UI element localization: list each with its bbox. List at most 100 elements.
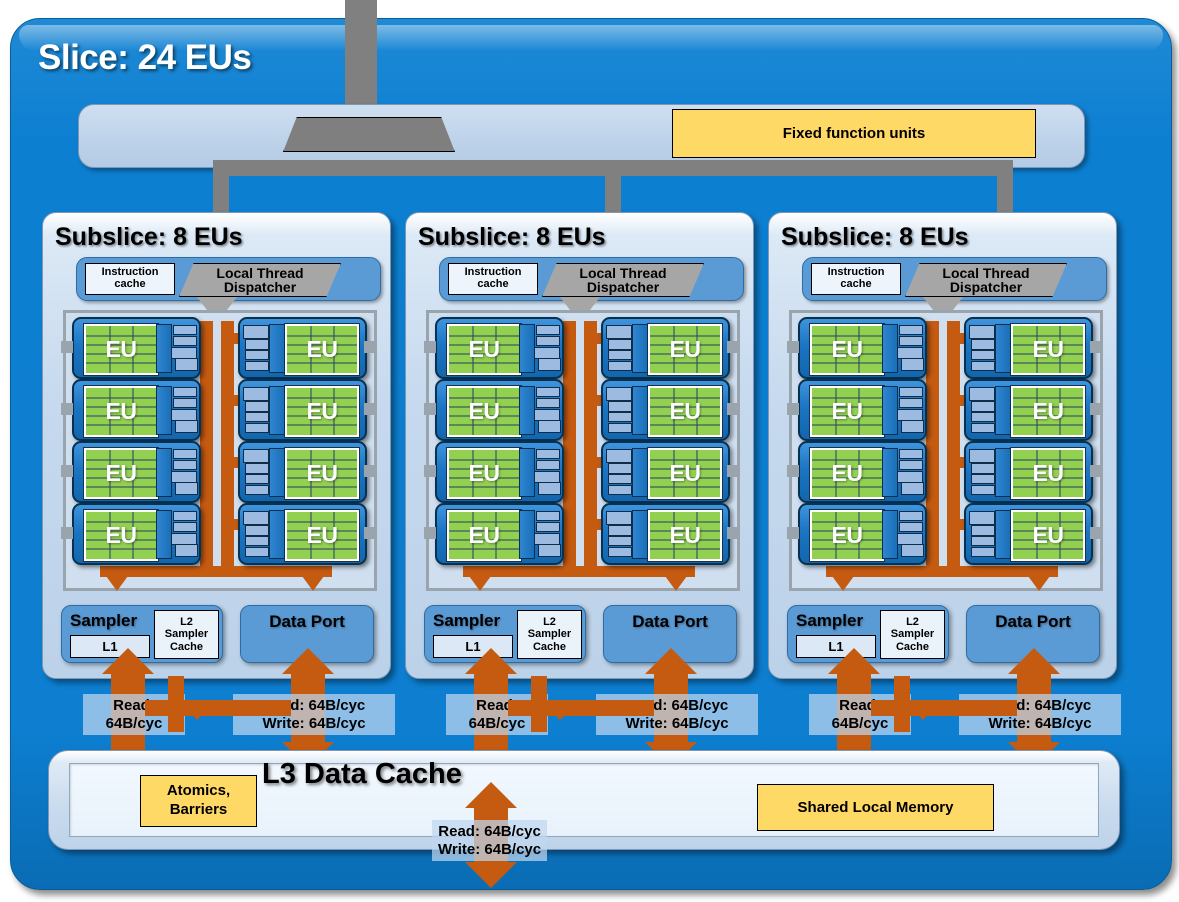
eu-chip [608,463,632,474]
eu-wing [632,324,648,373]
eu-bus-bridge-arrow-left-icon [106,576,128,591]
eu-port-nub [727,403,739,415]
eu-chip [243,325,269,339]
eu-core: EU [284,385,360,438]
eu-core: EU [647,323,723,376]
eu-block: EU [798,441,927,503]
eu-label: EU [1032,522,1064,548]
eu-label: EU [1032,460,1064,486]
eu-chip [175,482,198,495]
eu-wing [269,510,285,559]
eu-block: EU [964,379,1093,441]
slice-title: Slice: 24 EUs [38,38,252,77]
eu-core: EU [284,447,360,500]
eu-register-chips [605,325,633,371]
l2-sampler-cache-line1: L2 [906,616,919,629]
eu-chip [536,387,560,397]
eu-core: EU [1010,509,1086,562]
l3-cache-title: L3 Data Cache [262,758,462,790]
eu-chip [536,325,560,335]
bus-connector-arrow-icon [541,700,579,720]
data-port-read-arrow-icon [645,648,697,674]
eu-register-chips [605,387,633,433]
bus-connector-horizontal [145,700,291,716]
eu-chip [173,522,197,532]
eu-chip [899,449,923,459]
eu-port-nub [727,465,739,477]
eu-label: EU [306,336,338,362]
eu-port-nub [1090,527,1102,539]
eu-block: EU [435,441,564,503]
bus-connector-horizontal [508,700,654,716]
eu-label: EU [669,522,701,548]
eu-wing [269,386,285,435]
eu-chip [173,511,197,521]
local-thread-dispatcher-line2: Dispatcher [949,279,1023,295]
eu-register-chips [896,325,924,371]
eu-chip [606,387,632,401]
eu-chip [969,511,995,525]
eu-chip [971,474,995,484]
eu-wing [995,448,1011,497]
eu-register-chips [968,449,996,495]
atomics-line1: Atomics, [166,782,231,800]
eu-chip [971,339,995,350]
sampler-read-arrow-icon [102,648,154,674]
eu-block: EU [798,503,927,565]
eu-block: EU [72,379,201,441]
eu-register-chips [242,449,270,495]
instruction-cache-line2: cache [114,278,146,290]
eu-port-nub [364,403,376,415]
local-thread-dispatcher: Local Thread Dispatcher [905,263,1067,297]
eu-port-nub [1090,465,1102,477]
eu-bus-bridge-arrow-left-icon [469,576,491,591]
sampler-label: Sampler [796,611,864,630]
eu-label: EU [669,398,701,424]
eu-core: EU [809,385,885,438]
eu-chip [173,398,197,408]
eu-chip [608,423,632,433]
eu-chip [969,387,995,401]
eu-register-chips [533,511,561,557]
eu-port-nub [61,403,73,415]
eu-bus-bridge-arrow-right-icon [1028,576,1050,591]
l2-sampler-cache: L2 Sampler Cache [517,610,582,659]
eu-chip [245,485,269,495]
eu-bus-bridge [100,566,332,577]
eu-chip [173,449,197,459]
atomics-barriers-box: Atomics, Barriers [140,775,257,827]
l2-sampler-cache-line1: L2 [180,616,193,629]
eu-chip [899,325,923,335]
instruction-cache-box: Instruction cache [448,263,538,295]
eu-label: EU [1032,398,1064,424]
eu-label: EU [669,336,701,362]
data-port-label: Data Port [632,612,708,631]
eu-chip [245,525,269,536]
local-thread-dispatcher-line1: Local Thread [579,265,667,281]
eu-register-chips [896,449,924,495]
eu-array: EU EU EU EU EU EU EU EU [787,310,1103,591]
eu-core: EU [1010,323,1086,376]
eu-label: EU [105,460,137,486]
fixed-function-units-label: Fixed function units [782,125,926,142]
eu-chip [971,401,995,412]
sampler-read-bw-line2: 64B/cyc [468,714,526,732]
data-port-label: Data Port [269,612,345,631]
eu-port-nub [787,403,799,415]
eu-chip [536,449,560,459]
eu-label: EU [468,460,500,486]
eu-port-nub [424,403,436,415]
eu-block: EU [964,441,1093,503]
eu-chip [608,474,632,484]
l3-external-arrow-up-icon [465,782,517,808]
eu-bus-bridge-arrow-right-icon [665,576,687,591]
eu-register-chips [533,325,561,371]
eu-chip [245,474,269,484]
eu-chip [243,449,269,463]
eu-port-nub [787,527,799,539]
eu-chip [971,547,995,557]
gpu-slice-diagram: Slice: 24 EUs Fixed function units Subsl… [0,0,1179,902]
eu-chip [899,336,923,346]
eu-block: EU [435,379,564,441]
eu-register-chips [605,511,633,557]
